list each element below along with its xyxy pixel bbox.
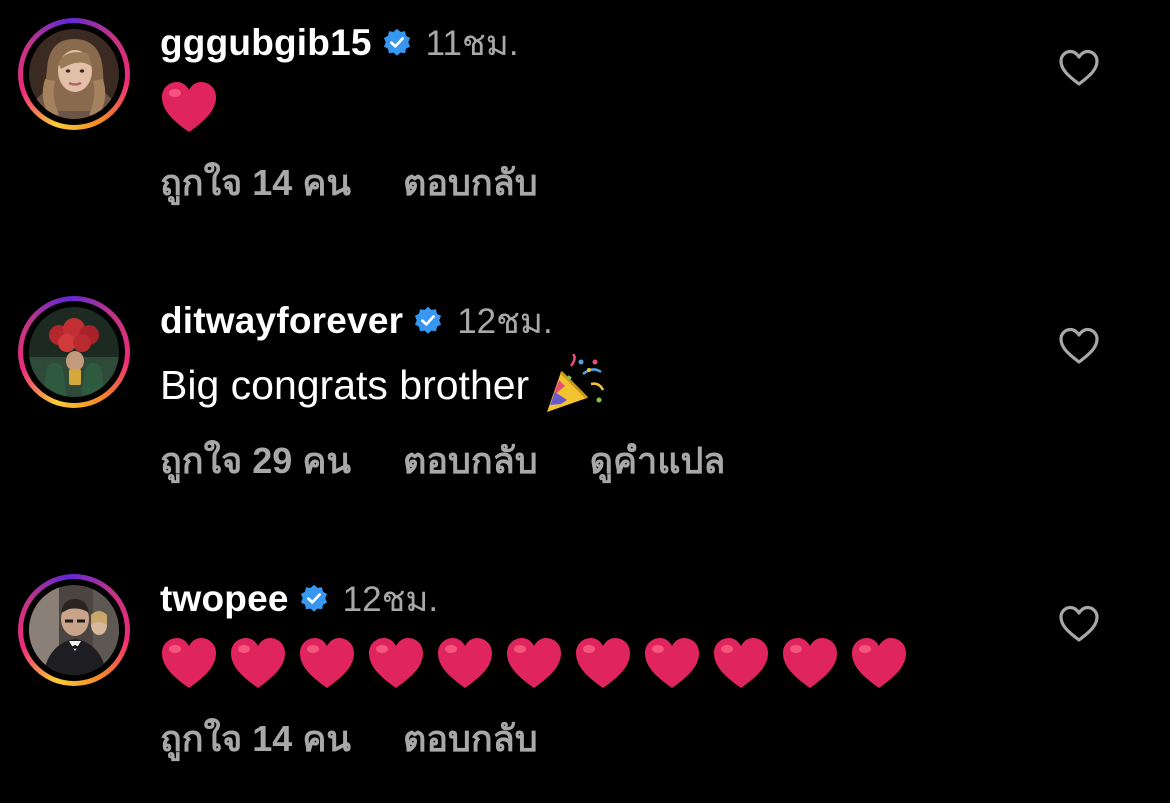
comment-body: Big congrats brother bbox=[160, 361, 530, 408]
username[interactable]: ditwayforever bbox=[160, 300, 403, 342]
like-button[interactable] bbox=[1058, 604, 1100, 644]
comment-actions: ถูกใจ 29 คน ตอบกลับ ดูคำแปล bbox=[160, 436, 725, 484]
avatar bbox=[29, 307, 119, 397]
red-heart-emoji bbox=[643, 636, 701, 690]
red-heart-emoji bbox=[712, 636, 770, 690]
comment-time: 11ชม. bbox=[425, 23, 519, 63]
red-heart-emoji bbox=[160, 636, 218, 690]
username[interactable]: gggubgib15 bbox=[160, 22, 372, 64]
comment-header: ditwayforever 12ชม. bbox=[160, 298, 553, 344]
avatar bbox=[29, 29, 119, 119]
username[interactable]: twopee bbox=[160, 578, 289, 620]
heart-outline-icon bbox=[1059, 605, 1099, 642]
verified-badge-icon bbox=[299, 584, 329, 614]
comments-list: gggubgib15 11ชม. ถูกใจ 14 คน ตอบกลับ dit… bbox=[0, 0, 1170, 803]
like-button[interactable] bbox=[1058, 48, 1100, 88]
red-heart-emoji bbox=[781, 636, 839, 690]
avatar-story-ring[interactable] bbox=[18, 296, 130, 408]
avatar-story-ring[interactable] bbox=[18, 574, 130, 686]
comment-text: Big congrats brother bbox=[160, 353, 605, 416]
red-heart-emoji bbox=[298, 636, 356, 690]
comment-time: 12ชม. bbox=[342, 579, 439, 619]
likes-count-link[interactable]: ถูกใจ 14 คน bbox=[160, 710, 351, 767]
see-translation-button[interactable]: ดูคำแปล bbox=[590, 432, 726, 489]
comment-actions: ถูกใจ 14 คน ตอบกลับ bbox=[160, 158, 590, 206]
heart-outline-icon bbox=[1059, 49, 1099, 86]
reply-button[interactable]: ตอบกลับ bbox=[403, 154, 538, 211]
reply-button[interactable]: ตอบกลับ bbox=[403, 710, 538, 767]
red-heart-emoji bbox=[574, 636, 632, 690]
likes-count-link[interactable]: ถูกใจ 14 คน bbox=[160, 154, 351, 211]
comment-item: gggubgib15 11ชม. ถูกใจ 14 คน ตอบกลับ bbox=[0, 0, 1170, 240]
avatar-story-ring[interactable] bbox=[18, 18, 130, 130]
comment-time: 12ชม. bbox=[457, 301, 553, 341]
comment-header: gggubgib15 11ชม. bbox=[160, 20, 519, 66]
comment-actions: ถูกใจ 14 คน ตอบกลับ bbox=[160, 714, 590, 762]
comment-item: twopee 12ชม. ถูกใจ 14 คน ตอบกลับ bbox=[0, 556, 1170, 796]
comment-text bbox=[160, 78, 229, 136]
heart-emoji-row bbox=[160, 636, 919, 690]
red-heart-emoji bbox=[229, 636, 287, 690]
red-heart-emoji bbox=[367, 636, 425, 690]
red-heart-emoji bbox=[436, 636, 494, 690]
like-button[interactable] bbox=[1058, 326, 1100, 366]
comment-header: twopee 12ชม. bbox=[160, 576, 438, 622]
verified-badge-icon bbox=[382, 28, 412, 58]
party-popper-emoji bbox=[543, 353, 605, 416]
reply-button[interactable]: ตอบกลับ bbox=[403, 432, 538, 489]
likes-count-link[interactable]: ถูกใจ 29 คน bbox=[160, 432, 351, 489]
comment-text bbox=[160, 634, 919, 692]
heart-outline-icon bbox=[1059, 327, 1099, 364]
red-heart-emoji bbox=[160, 80, 218, 134]
comment-item: ditwayforever 12ชม. Big congrats brother bbox=[0, 278, 1170, 518]
verified-badge-icon bbox=[413, 306, 443, 336]
heart-emoji-row bbox=[160, 80, 229, 134]
avatar bbox=[29, 585, 119, 675]
red-heart-emoji bbox=[505, 636, 563, 690]
red-heart-emoji bbox=[850, 636, 908, 690]
